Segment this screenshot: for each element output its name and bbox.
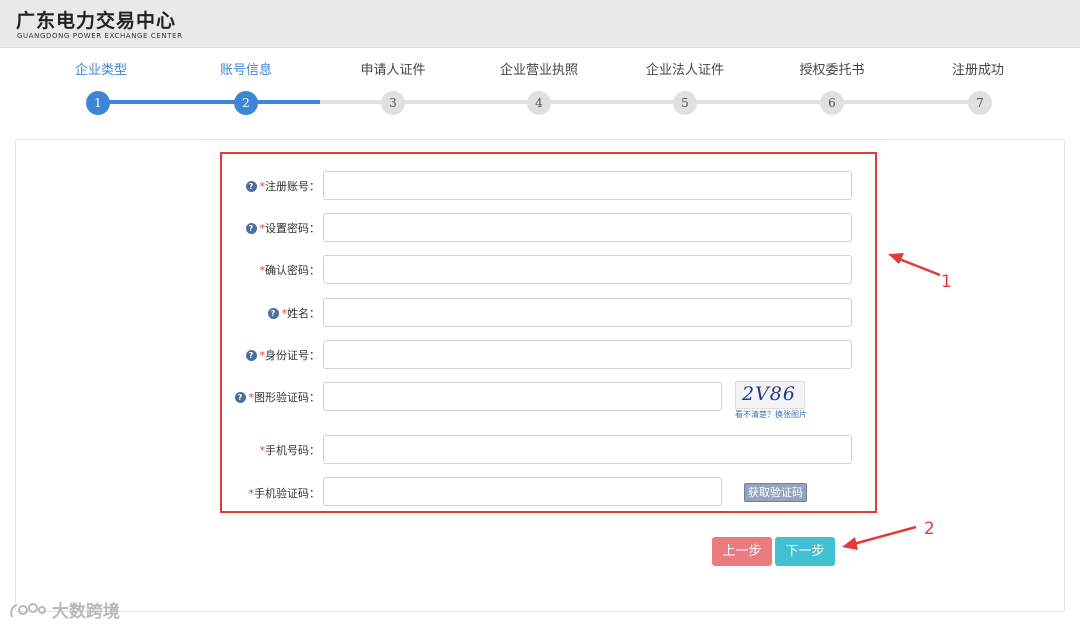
logo-subtitle: GUANGDONG POWER EXCHANGE CENTER: [17, 32, 183, 40]
step-label-authorization-letter: 授权委托书: [799, 63, 865, 78]
help-icon[interactable]: ?: [267, 308, 279, 319]
annotation-label-1: 1: [941, 272, 952, 292]
annotation-label-2: 2: [924, 519, 935, 539]
label-confirm-password: *确认密码：: [259, 264, 321, 277]
label-set-password: ? *设置密码：: [180, 220, 320, 236]
get-sms-code-button[interactable]: 获取验证码: [744, 483, 807, 502]
annotation-arrow-2: [842, 525, 917, 550]
site-header: 广东电力交易中心 GUANGDONG POWER EXCHANGE CENTER: [0, 0, 1080, 48]
step-label-account-info: 账号信息: [219, 63, 272, 78]
confirm-password-input[interactable]: [323, 255, 852, 284]
set-password-input[interactable]: [323, 213, 852, 242]
step-dot-2: 2: [234, 91, 258, 115]
captcha-text: 2V86: [742, 383, 796, 405]
name-input[interactable]: [323, 298, 852, 327]
step-dot-7: 7: [968, 91, 992, 115]
label-image-captcha: ? *图形验证码：: [180, 389, 320, 405]
captcha-refresh-link[interactable]: 看不清楚？换张图片: [735, 409, 807, 420]
step-dot-1: 1: [86, 91, 110, 115]
captcha-image[interactable]: 2V86: [735, 381, 805, 409]
register-account-input[interactable]: [323, 171, 852, 200]
help-icon[interactable]: ?: [245, 350, 257, 361]
help-icon[interactable]: ?: [245, 181, 257, 192]
step-label-applicant-id: 申请人证件: [360, 63, 426, 78]
label-name: ? *姓名：: [180, 305, 320, 321]
step-label-enterprise-type: 企业类型: [74, 63, 127, 78]
registration-steps: 企业类型 账号信息 申请人证件 企业营业执照 企业法人证件 授权委托书 注册成功…: [0, 48, 1080, 128]
help-icon[interactable]: ?: [245, 223, 257, 234]
step-dot-4: 4: [527, 91, 551, 115]
step-label-business-license: 企业营业执照: [499, 63, 578, 78]
step-dot-6: 6: [820, 91, 844, 115]
step-label-registration-success: 注册成功: [951, 63, 1004, 78]
prev-step-button[interactable]: 上一步: [712, 537, 772, 566]
logo-title: 广东电力交易中心: [16, 10, 177, 32]
step-dot-5: 5: [673, 91, 697, 115]
watermark-text: 大数跨境: [51, 602, 120, 622]
help-icon[interactable]: ?: [234, 392, 246, 403]
step-label-legal-rep-id: 企业法人证件: [645, 63, 724, 78]
label-register-account: ? *注册账号：: [180, 178, 320, 194]
watermark: 大数跨境: [8, 597, 120, 622]
label-phone-number: *手机号码：: [259, 444, 321, 457]
next-step-button[interactable]: 下一步: [775, 537, 835, 566]
label-id-number: ? *身份证号：: [180, 347, 320, 363]
image-captcha-input[interactable]: [323, 382, 722, 411]
watermark-logo-icon: [10, 603, 46, 618]
phone-number-input[interactable]: [323, 435, 852, 464]
sms-code-input[interactable]: [323, 477, 722, 506]
annotation-arrow-1: [888, 253, 941, 277]
step-progress-line-pending: [320, 100, 982, 104]
label-sms-code: *手机验证码：: [248, 487, 321, 500]
step-dot-3: 3: [381, 91, 405, 115]
step-progress-line-done: [98, 100, 320, 104]
id-number-input[interactable]: [323, 340, 852, 369]
